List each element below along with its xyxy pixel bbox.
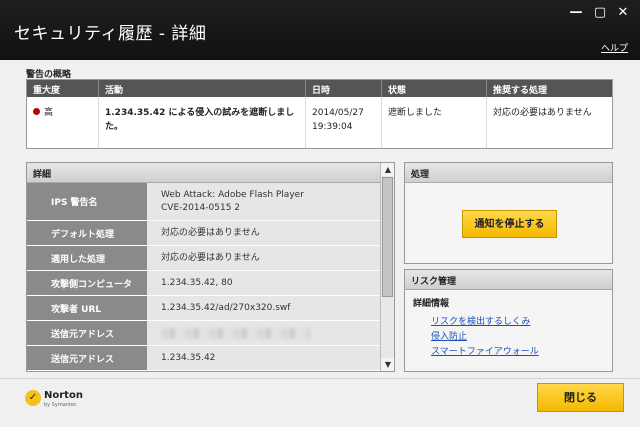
brand-sub: by Symantec bbox=[44, 402, 77, 408]
scroll-up-icon[interactable]: ▲ bbox=[381, 163, 394, 176]
detail-value-redacted bbox=[147, 321, 381, 345]
table-row: 高 1.234.35.42 による侵入の試みを遮断しました。 2014/05/2… bbox=[27, 97, 612, 148]
brand-name: Norton bbox=[44, 390, 83, 401]
help-link[interactable]: ヘルプ bbox=[601, 41, 628, 54]
risk-link-detection[interactable]: リスクを検出するしくみ bbox=[431, 314, 530, 327]
header-activity: 活動 bbox=[99, 80, 306, 97]
list-item: 攻撃側コンピュータ 1.234.35.42, 80 bbox=[27, 271, 381, 296]
header-datetime: 日時 bbox=[306, 80, 382, 97]
details-title: 詳細 bbox=[27, 163, 394, 183]
action-panel: 処理 通知を停止する bbox=[404, 162, 613, 264]
scroll-down-icon[interactable]: ▼ bbox=[381, 358, 394, 371]
summary-header-row: 重大度 活動 日時 状態 推奨する処理 bbox=[27, 80, 612, 97]
detail-label: 攻撃側コンピュータ bbox=[27, 271, 147, 295]
datetime-cell: 2014/05/27 19:39:04 bbox=[306, 97, 382, 148]
detail-value: 1.234.35.42 bbox=[147, 346, 381, 370]
detail-value: Web Attack: Adobe Flash Player CVE-2014-… bbox=[147, 183, 381, 220]
list-item: 攻撃者 URL 1.234.35.42/ad/270x320.swf bbox=[27, 296, 381, 321]
close-icon[interactable]: ✕ bbox=[614, 4, 632, 22]
detail-label: 攻撃者 URL bbox=[27, 296, 147, 320]
detail-value: 対応の必要はありません bbox=[147, 246, 381, 270]
detail-label: 送信元アドレス bbox=[27, 321, 147, 345]
risk-link-intrusion-prevention[interactable]: 侵入防止 bbox=[431, 329, 467, 342]
details-list[interactable]: IPS 警告名 Web Attack: Adobe Flash Player C… bbox=[27, 183, 381, 371]
minimize-icon[interactable]: — bbox=[567, 4, 585, 22]
redacted-address bbox=[161, 327, 311, 339]
scroll-thumb[interactable] bbox=[382, 177, 393, 297]
time-value: 19:39:04 bbox=[312, 122, 353, 132]
detail-label: 送信元アドレス bbox=[27, 346, 147, 370]
detail-label: 適用した処理 bbox=[27, 246, 147, 270]
header-status: 状態 bbox=[382, 80, 487, 97]
date-value: 2014/05/27 bbox=[312, 108, 364, 118]
activity-cell: 1.234.35.42 による侵入の試みを遮断しました。 bbox=[99, 97, 306, 148]
footer-divider bbox=[0, 378, 640, 379]
recommended-cell: 対応の必要はありません bbox=[493, 108, 592, 118]
action-title: 処理 bbox=[405, 163, 612, 183]
severity-dot-icon bbox=[33, 108, 40, 115]
close-button[interactable]: 閉じる bbox=[537, 383, 624, 412]
restore-icon[interactable]: ▢ bbox=[591, 4, 609, 22]
title-bar: セキュリティ履歴 - 詳細 — ▢ ✕ ヘルプ bbox=[0, 0, 640, 60]
risk-subtitle: 詳細情報 bbox=[413, 299, 450, 309]
details-scrollbar[interactable]: ▲ ▼ bbox=[380, 163, 394, 371]
list-item: IPS 警告名 Web Attack: Adobe Flash Player C… bbox=[27, 183, 381, 221]
checkmark-icon: ✓ bbox=[25, 390, 41, 406]
list-item: 適用した処理 対応の必要はありません bbox=[27, 246, 381, 271]
risk-link-smart-firewall[interactable]: スマートファイアウォール bbox=[431, 344, 539, 357]
detail-label: デフォルト処理 bbox=[27, 221, 147, 245]
alert-summary-table: 重大度 活動 日時 状態 推奨する処理 高 1.234.35.42 による侵入の… bbox=[26, 79, 613, 149]
details-panel: 詳細 IPS 警告名 Web Attack: Adobe Flash Playe… bbox=[26, 162, 395, 372]
status-cell: 遮断しました bbox=[382, 97, 487, 148]
header-severity: 重大度 bbox=[27, 80, 99, 97]
stop-notification-button[interactable]: 通知を停止する bbox=[462, 210, 557, 238]
detail-value: 1.234.35.42, 80 bbox=[147, 271, 381, 295]
detail-label: IPS 警告名 bbox=[27, 183, 147, 220]
risk-title: リスク管理 bbox=[405, 270, 612, 290]
header-recommended: 推奨する処理 bbox=[493, 86, 548, 96]
list-item: デフォルト処理 対応の必要はありません bbox=[27, 221, 381, 246]
risk-panel: リスク管理 詳細情報 リスクを検出するしくみ 侵入防止 スマートファイアウォール bbox=[404, 269, 613, 372]
severity-cell: 高 bbox=[27, 97, 99, 148]
list-item: 送信元アドレス 1.234.35.42 bbox=[27, 346, 381, 371]
detail-value: 1.234.35.42/ad/270x320.swf bbox=[147, 296, 381, 320]
detail-value: 対応の必要はありません bbox=[147, 221, 381, 245]
list-item: 送信元アドレス bbox=[27, 321, 381, 346]
window-title: セキュリティ履歴 - 詳細 bbox=[14, 24, 207, 44]
severity-value: 高 bbox=[44, 108, 54, 118]
